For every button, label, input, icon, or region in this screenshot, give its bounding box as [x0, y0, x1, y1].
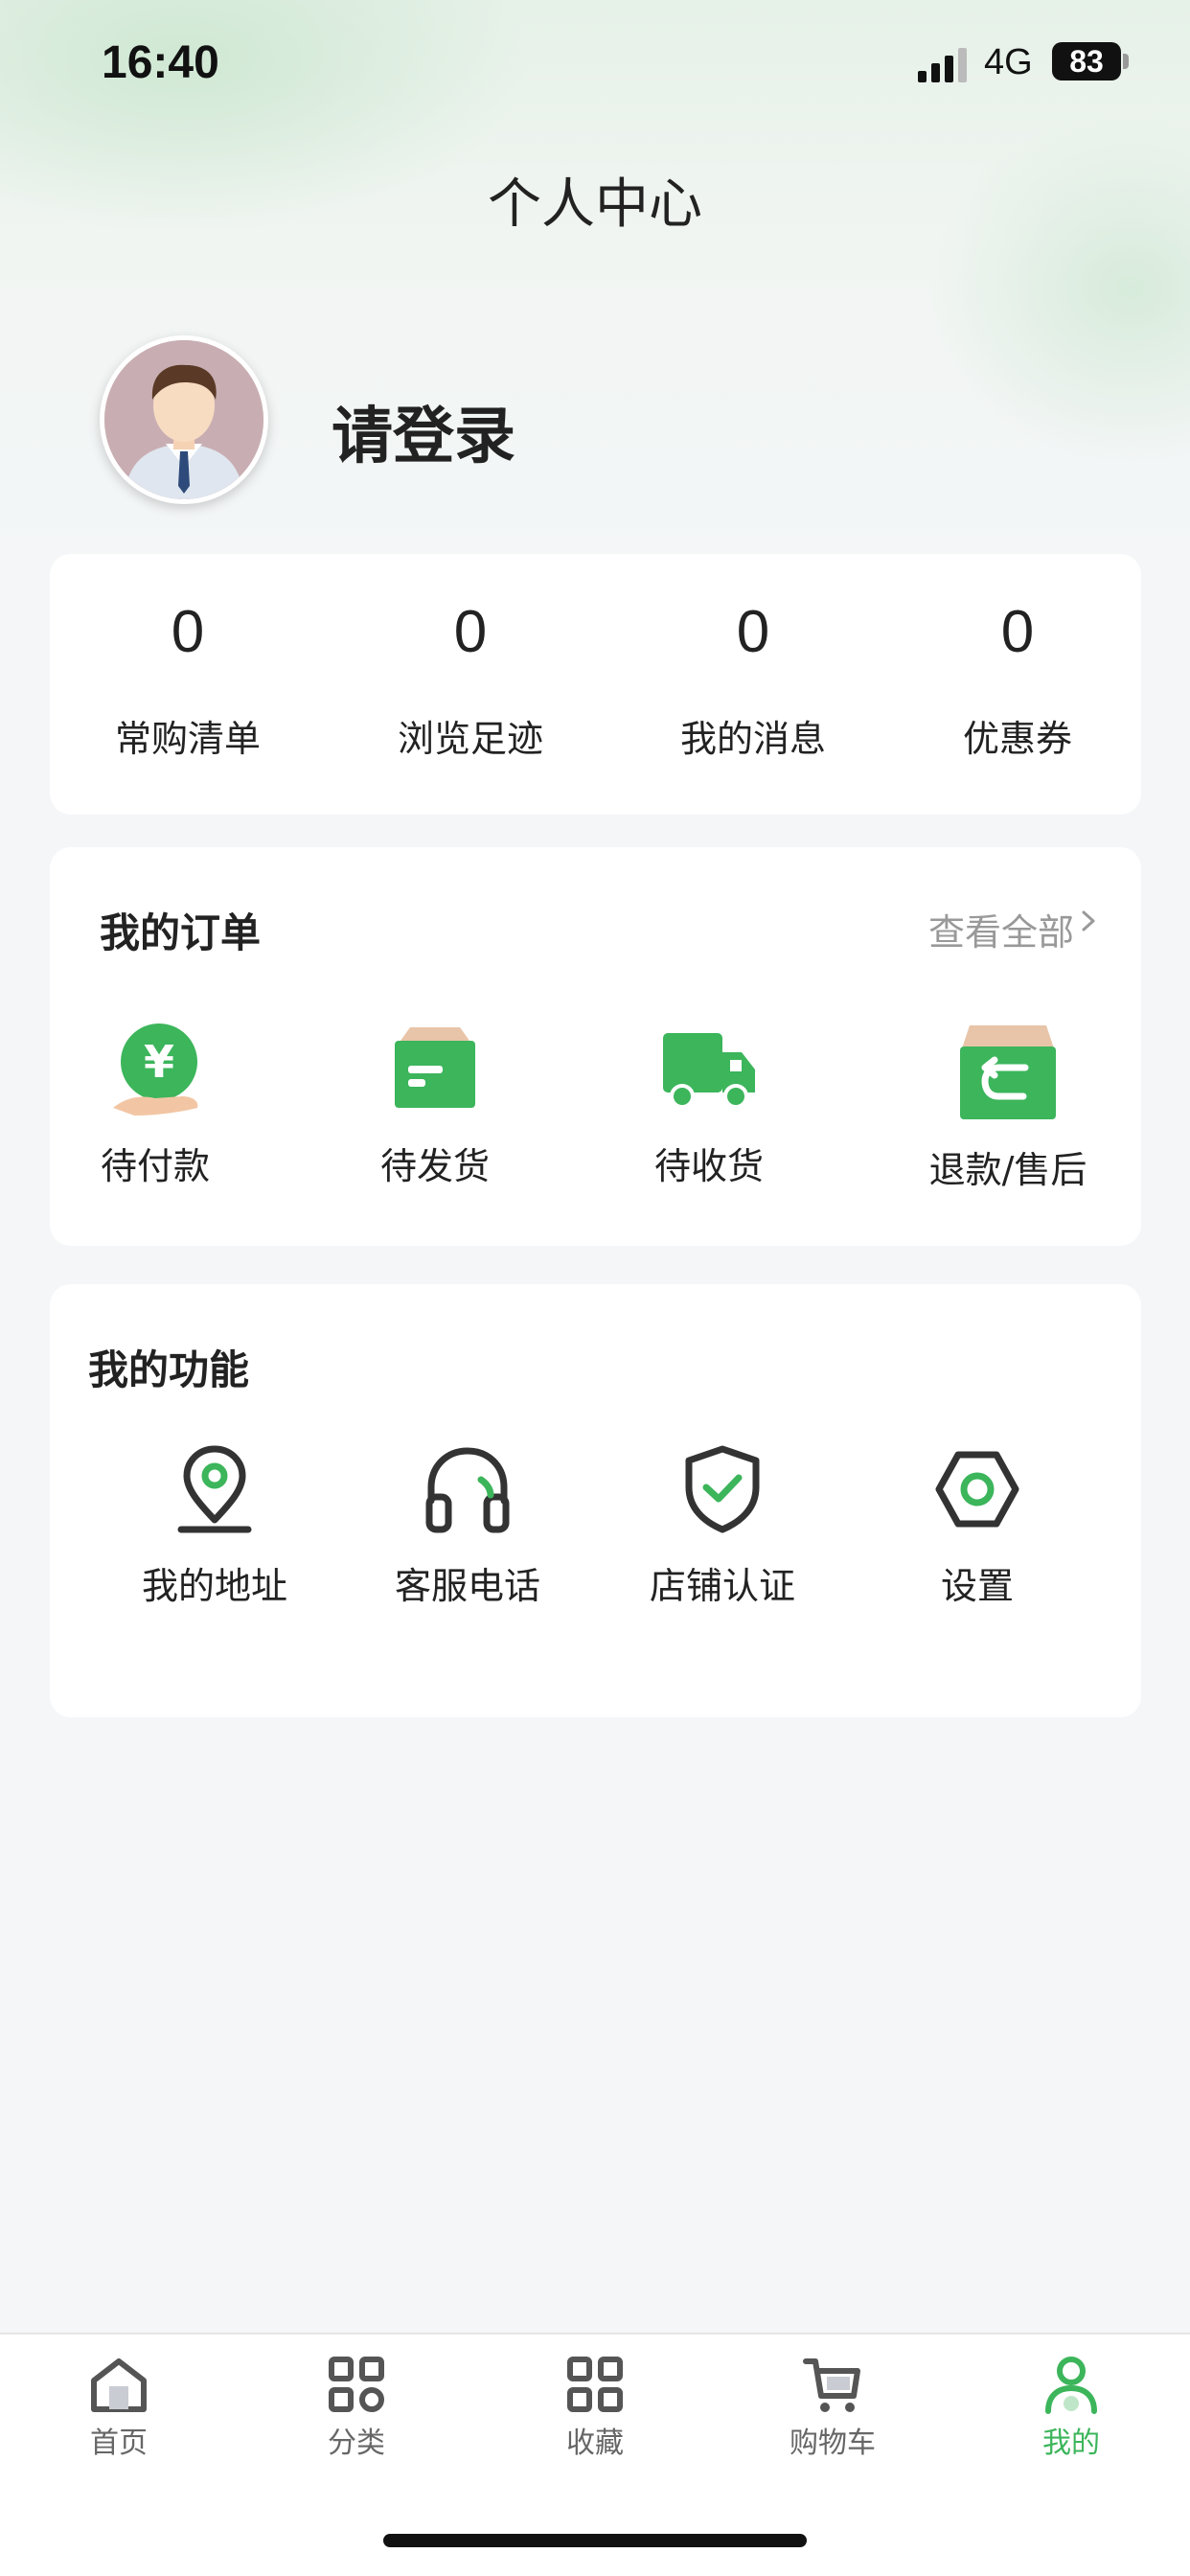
order-pending-payment[interactable]: ¥ 待付款 — [50, 1020, 261, 1189]
settings-hexagon-icon — [935, 1451, 1019, 1528]
tab-cart[interactable]: 购物车 — [737, 2354, 928, 2461]
stat-value: 0 — [453, 599, 488, 665]
tab-label: 购物车 — [790, 2426, 876, 2460]
functions-card: 我的功能 我的地址 客服电话 店铺认证 设置 — [50, 1284, 1141, 1717]
order-label: 待发货 — [379, 1145, 490, 1187]
stat-label: 我的消息 — [679, 718, 826, 760]
tab-label: 收藏 — [566, 2426, 624, 2460]
page-title: 个人中心 — [488, 173, 702, 236]
payment-pending-icon: ¥ — [113, 1024, 198, 1116]
home-icon — [91, 2358, 147, 2412]
signal-icon — [918, 48, 967, 82]
login-prompt[interactable]: 请登录 — [332, 387, 515, 475]
order-refund-aftersale[interactable]: 退款/售后 — [903, 1020, 1113, 1193]
func-label: 设置 — [940, 1565, 1014, 1607]
order-pending-shipment[interactable]: 待发货 — [330, 1020, 540, 1189]
stats-card: 0 常购清单 0 浏览足迹 0 我的消息 0 优惠券 — [50, 554, 1141, 815]
network-type: 4G — [984, 42, 1033, 82]
func-store-certification[interactable]: 店铺认证 — [617, 1443, 828, 1609]
status-bar: 16:40 4G 83 — [0, 0, 1190, 125]
func-settings[interactable]: 设置 — [872, 1443, 1083, 1609]
func-label: 我的地址 — [141, 1565, 287, 1607]
battery-icon: 83 — [1052, 42, 1121, 80]
tab-favorites[interactable]: 收藏 — [499, 2354, 691, 2461]
func-label: 店铺认证 — [649, 1565, 795, 1607]
func-label: 客服电话 — [394, 1565, 540, 1607]
functions-title: 我的功能 — [88, 1346, 250, 1393]
orders-card: 我的订单 查看全部 ¥ 待付款 待发货 待收货 退款/售后 — [50, 847, 1141, 1246]
view-all-orders-link[interactable]: 查看全部 — [928, 903, 1074, 955]
home-indicator — [383, 2534, 807, 2547]
stat-label: 优惠券 — [962, 718, 1072, 760]
box-icon — [395, 1027, 475, 1108]
chevron-right-icon[interactable] — [1078, 910, 1099, 932]
svg-text:¥: ¥ — [144, 1036, 174, 1088]
avatar[interactable] — [100, 335, 268, 504]
stat-label: 浏览足迹 — [397, 718, 543, 760]
status-time: 16:40 — [102, 37, 219, 88]
tab-mine[interactable]: 我的 — [975, 2354, 1167, 2461]
avatar-person-icon — [104, 340, 263, 499]
user-icon — [1045, 2357, 1097, 2414]
tab-home[interactable]: 首页 — [23, 2354, 215, 2461]
headset-icon — [425, 1447, 510, 1533]
func-customer-service[interactable]: 客服电话 — [362, 1443, 573, 1609]
shield-check-icon — [685, 1445, 760, 1533]
stat-value: 0 — [1000, 599, 1035, 665]
location-pin-icon — [177, 1445, 252, 1533]
cart-icon — [803, 2358, 860, 2412]
stat-value: 0 — [171, 599, 205, 665]
stat-label: 常购清单 — [114, 718, 261, 760]
stat-value: 0 — [736, 599, 770, 665]
tab-label: 分类 — [328, 2426, 385, 2460]
tab-label: 我的 — [1042, 2426, 1100, 2460]
orders-title: 我的订单 — [100, 909, 262, 956]
order-pending-receipt[interactable]: 待收货 — [604, 1020, 814, 1189]
refund-icon — [960, 1025, 1056, 1119]
order-label: 待收货 — [653, 1145, 764, 1187]
tab-label: 首页 — [90, 2426, 148, 2460]
order-label: 待付款 — [100, 1145, 210, 1187]
truck-icon — [663, 1033, 755, 1109]
tab-category[interactable]: 分类 — [261, 2354, 452, 2461]
favorites-grid-icon — [567, 2357, 623, 2412]
order-label: 退款/售后 — [928, 1149, 1087, 1191]
battery-tip — [1123, 54, 1129, 69]
func-my-address[interactable]: 我的地址 — [109, 1443, 320, 1609]
category-icon — [329, 2357, 384, 2412]
